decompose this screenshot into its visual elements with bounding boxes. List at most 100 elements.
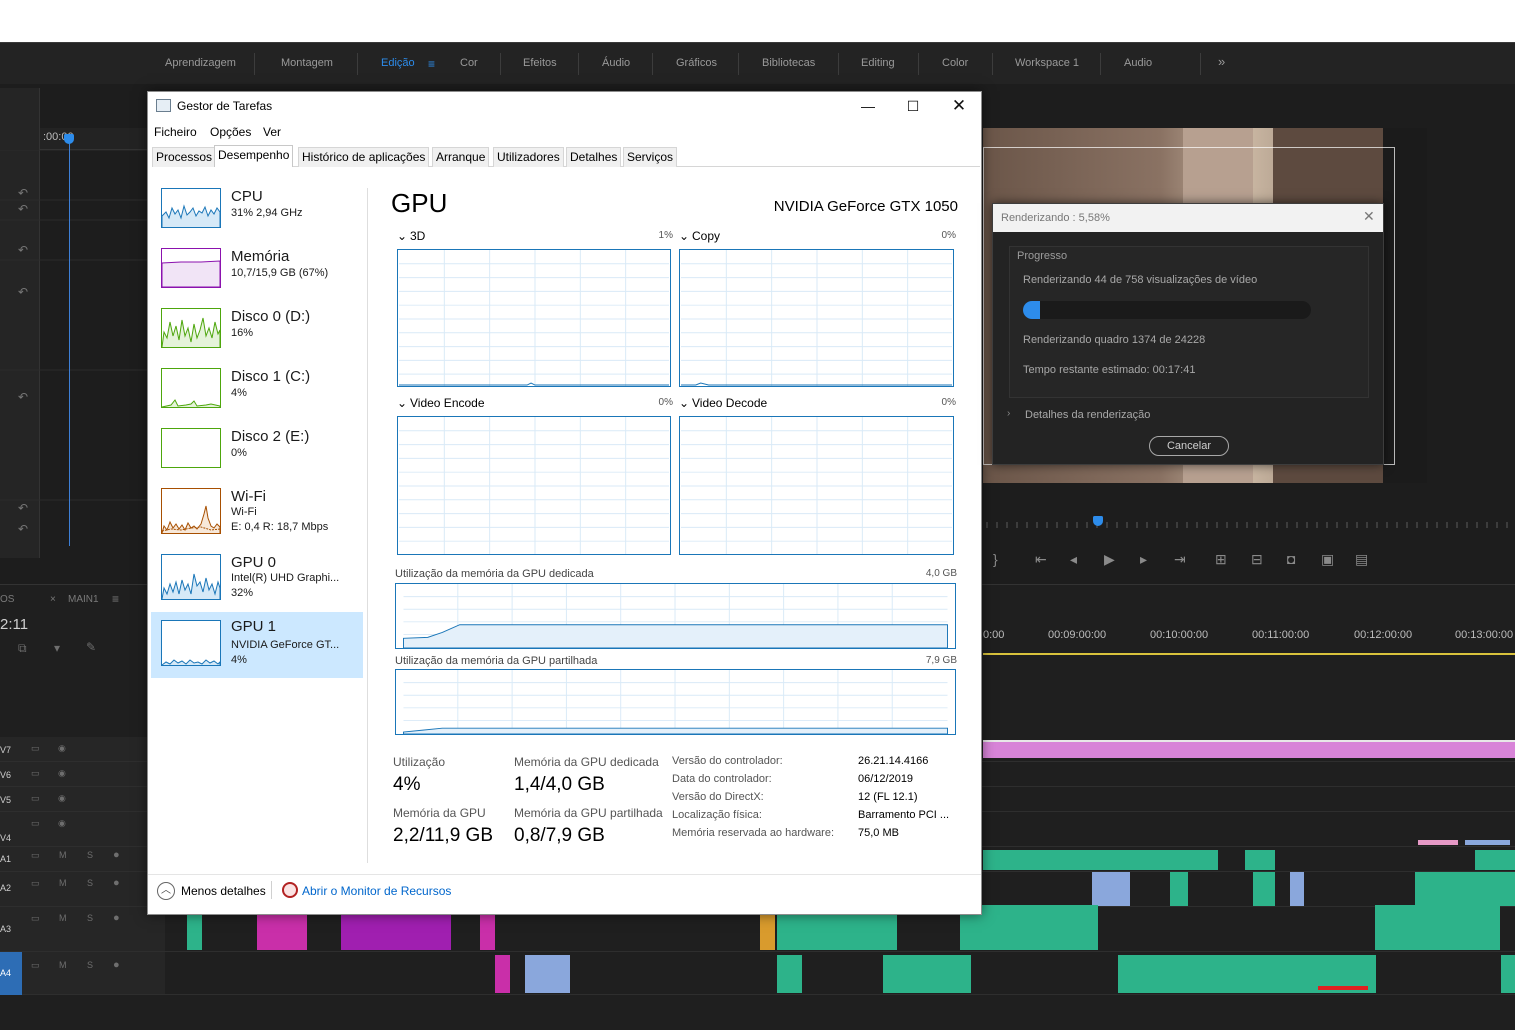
sidebar-item-disco-0[interactable]: Disco 0 (D:) 16% <box>151 302 363 362</box>
mute-button[interactable]: M <box>59 850 67 860</box>
close-icon[interactable]: × <box>50 594 56 605</box>
a1-clip[interactable] <box>983 850 1133 870</box>
a3-clip[interactable] <box>187 910 202 950</box>
solo-button[interactable]: S <box>87 913 93 923</box>
mute-button[interactable]: M <box>59 913 67 923</box>
engine-label-copy[interactable]: Copy <box>692 229 720 243</box>
workspace-tab-color[interactable]: Color <box>942 57 968 69</box>
sidebar-item-disco-1[interactable]: Disco 1 (C:) 4% <box>151 362 363 422</box>
vr-icon[interactable]: ▤ <box>1355 551 1368 568</box>
tab-desempenho[interactable]: Desempenho <box>214 145 294 167</box>
camera-icon[interactable]: ◘ <box>1287 551 1295 567</box>
menu-opcoes[interactable]: Opções <box>210 125 251 139</box>
workspace-tab-montagem[interactable]: Montagem <box>281 57 333 69</box>
double-chevron-icon[interactable]: » <box>1218 54 1225 69</box>
workspace-tab-edicao[interactable]: Edição <box>381 57 415 69</box>
source-playhead[interactable] <box>69 136 70 546</box>
work-area-bar[interactable] <box>983 653 1515 655</box>
go-to-out-icon[interactable]: ⇥ <box>1174 551 1186 568</box>
close-icon[interactable]: ✕ <box>1363 208 1375 225</box>
sidebar-item-gpu-0[interactable]: GPU 0 Intel(R) UHD Graphi... 32% <box>151 548 363 606</box>
sidebar-item-cpu[interactable]: CPU 31% 2,94 GHz <box>151 182 363 242</box>
hamburger-icon[interactable]: ≡ <box>428 57 435 71</box>
solo-button[interactable]: S <box>87 850 93 860</box>
workspace-tab-audio-pt[interactable]: Áudio <box>602 57 630 69</box>
marker-icon[interactable]: ▾ <box>54 641 60 655</box>
a2-clip[interactable] <box>1170 872 1188 906</box>
extract-icon[interactable]: ⊟ <box>1251 551 1263 568</box>
eye-icon[interactable]: ◉ <box>58 743 66 754</box>
menu-ver[interactable]: Ver <box>263 125 281 139</box>
a4-clip[interactable] <box>883 955 971 993</box>
eye-icon[interactable]: ◉ <box>58 793 66 804</box>
minimize-icon[interactable]: — <box>845 92 891 120</box>
engine-label-video-decode[interactable]: Video Decode <box>692 396 767 410</box>
a3-clip[interactable] <box>777 910 897 950</box>
resource-monitor-icon[interactable] <box>282 882 298 898</box>
sidebar-item-memoria[interactable]: Memória 10,7/15,9 GB (67%) <box>151 242 363 302</box>
chevron-up-icon[interactable]: ︿ <box>157 882 175 900</box>
workspace-tab-aprendizagem[interactable]: Aprendizagem <box>165 57 236 69</box>
v4-clip[interactable] <box>1418 840 1458 845</box>
chevron-right-icon[interactable]: › <box>1007 408 1010 419</box>
source-ruler[interactable]: :00:00 <box>40 128 148 150</box>
tab-detalhes[interactable]: Detalhes <box>566 147 622 167</box>
a3-clip[interactable] <box>1375 905 1500 950</box>
film-icon[interactable]: ▭ <box>31 743 40 754</box>
track-label[interactable]: V6 <box>0 770 11 780</box>
a1-clip[interactable] <box>1245 850 1275 870</box>
solo-button[interactable]: S <box>87 960 93 970</box>
film-icon[interactable]: ▭ <box>31 818 40 829</box>
mute-button[interactable]: M <box>59 878 67 888</box>
sync-lock-icon[interactable]: ▭ <box>31 913 40 924</box>
open-resource-monitor-link[interactable]: Abrir o Monitor de Recursos <box>302 884 451 898</box>
workspace-tab-graficos[interactable]: Gráficos <box>676 57 717 69</box>
chevron-down-icon[interactable]: ⌄ <box>397 396 407 410</box>
sidebar-item-gpu-1[interactable]: GPU 1 NVIDIA GeForce GT... 4% <box>151 612 363 678</box>
menu-ficheiro[interactable]: Ficheiro <box>154 125 197 139</box>
source-playhead-handle[interactable] <box>64 134 74 144</box>
fewer-details-button[interactable]: Menos detalhes <box>181 884 266 898</box>
workspace-tab-cor[interactable]: Cor <box>460 57 478 69</box>
program-ruler[interactable] <box>983 520 1515 530</box>
go-to-in-icon[interactable]: ⇤ <box>1035 551 1047 568</box>
microphone-icon[interactable]: ● <box>113 849 120 861</box>
workspace-tab-workspace-1[interactable]: Workspace 1 <box>1015 57 1079 69</box>
eye-icon[interactable]: ◉ <box>58 818 66 829</box>
a4-clip[interactable] <box>777 955 802 993</box>
close-icon[interactable]: ✕ <box>936 92 982 120</box>
microphone-icon[interactable]: ● <box>113 959 120 971</box>
v7-clip[interactable] <box>983 740 1515 758</box>
chevron-down-icon[interactable]: ⌄ <box>679 396 689 410</box>
workspace-tab-audio[interactable]: Audio <box>1124 57 1152 69</box>
chevron-down-icon[interactable]: ⌄ <box>397 229 407 243</box>
tab-utilizadores[interactable]: Utilizadores <box>493 147 564 167</box>
chevron-down-icon[interactable]: ⌄ <box>679 229 689 243</box>
timeline-timecode[interactable]: 2:11 <box>0 616 28 633</box>
sync-lock-icon[interactable]: ▭ <box>31 960 40 971</box>
play-icon[interactable]: ▶ <box>1104 551 1115 568</box>
hamburger-icon[interactable]: ≡ <box>112 592 119 606</box>
track-label[interactable]: A3 <box>0 924 11 934</box>
a3-clip[interactable] <box>760 910 775 950</box>
wrench-icon[interactable]: ✎ <box>86 640 96 654</box>
render-details-toggle[interactable]: Detalhes da renderização <box>1025 409 1150 421</box>
workspace-tab-bibliotecas[interactable]: Bibliotecas <box>762 57 815 69</box>
a1-clip[interactable] <box>1128 850 1218 870</box>
v4-clip[interactable] <box>1465 840 1510 845</box>
track-label[interactable]: A4 <box>0 968 11 978</box>
a4-clip[interactable] <box>525 955 570 993</box>
sequence-tab[interactable]: MAIN1 <box>68 594 99 605</box>
timeline-prefix-tab[interactable]: OS <box>0 594 14 605</box>
sync-lock-icon[interactable]: ▭ <box>31 878 40 889</box>
title-bar[interactable]: Gestor de Tarefas — ☐ ✕ <box>148 92 981 120</box>
tab-processos[interactable]: Processos <box>152 147 217 167</box>
film-icon[interactable]: ▭ <box>31 768 40 779</box>
a2-clip[interactable] <box>1290 872 1304 906</box>
a3-clip[interactable] <box>341 910 451 950</box>
tab-historico[interactable]: Histórico de aplicações <box>298 147 430 167</box>
step-forward-icon[interactable]: ▸ <box>1140 551 1147 568</box>
workspace-tab-efeitos[interactable]: Efeitos <box>523 57 557 69</box>
a3-clip[interactable] <box>257 910 307 950</box>
a2-clip[interactable] <box>1415 872 1515 906</box>
